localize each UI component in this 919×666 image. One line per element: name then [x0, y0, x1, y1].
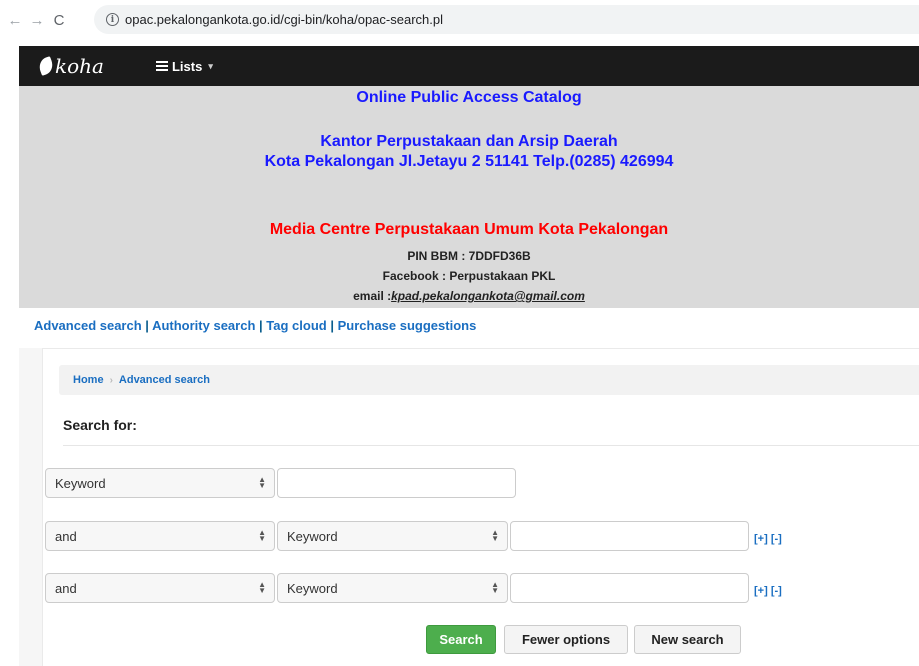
koha-navbar: koha Lists ▾: [19, 46, 919, 86]
link-separator: |: [145, 318, 149, 333]
chevron-down-icon: ▾: [208, 60, 213, 71]
remove-row-link[interactable]: [-]: [771, 585, 782, 597]
url-text[interactable]: opac.pekalongankota.go.id/cgi-bin/koha/o…: [125, 12, 443, 27]
new-search-button[interactable]: New search: [634, 625, 741, 654]
add-row-link[interactable]: [+]: [754, 533, 768, 545]
breadcrumb-separator: ›: [109, 374, 113, 386]
reload-icon[interactable]: C: [48, 12, 70, 29]
forward-arrow-icon[interactable]: →: [26, 12, 48, 29]
leaf-icon: [36, 56, 56, 76]
link-separator: |: [259, 318, 263, 333]
fewer-options-button[interactable]: Fewer options: [504, 625, 628, 654]
email-prefix: email :: [353, 289, 392, 303]
list-icon: [155, 61, 168, 71]
index-select-3[interactable]: Keyword ▲ ▼: [277, 573, 508, 603]
facebook-info: Facebook : Perpustakaan PKL: [382, 269, 556, 283]
index-select-value: Keyword: [55, 475, 106, 491]
library-header-banner: Online Public Access Catalog Kantor Perp…: [19, 86, 919, 308]
tag-cloud-link[interactable]: Tag cloud: [266, 318, 326, 333]
search-for-heading: Search for:: [63, 417, 137, 433]
search-button[interactable]: Search: [426, 625, 496, 654]
email-info: email :kpad.pekalongankota@gmail.com: [19, 289, 919, 303]
logo-text: koha: [55, 54, 104, 78]
back-arrow-icon[interactable]: ←: [4, 12, 26, 29]
advanced-search-form: Home › Advanced search Search for: Keywo…: [42, 348, 919, 666]
select-arrows-icon: ▲ ▼: [258, 580, 266, 595]
authority-search-link[interactable]: Authority search: [152, 318, 255, 333]
search-input-3[interactable]: [510, 573, 749, 603]
email-link[interactable]: kpad.pekalongankota@gmail.com: [391, 289, 585, 303]
index-select-1[interactable]: Keyword ▲ ▼: [45, 468, 275, 498]
operator-select-2[interactable]: and ▲ ▼: [45, 521, 275, 551]
row-controls-3: [+] [-]: [754, 585, 782, 597]
select-arrows-icon: ▲ ▼: [491, 580, 499, 595]
breadcrumb-advanced-search[interactable]: Advanced search: [119, 374, 210, 386]
breadcrumb: Home › Advanced search: [59, 365, 919, 395]
operator-select-value: and: [55, 580, 77, 596]
lists-label: Lists: [171, 58, 203, 74]
office-name: Kantor Perpustakaan dan Arsip Daerah: [320, 133, 618, 150]
index-select-value: Keyword: [287, 580, 338, 596]
row-controls-2: [+] [-]: [754, 533, 782, 545]
media-centre-title: Media Centre Perpustakaan Umum Kota Peka…: [269, 221, 669, 238]
index-select-value: Keyword: [287, 528, 338, 544]
advanced-search-link[interactable]: Advanced search: [34, 318, 142, 333]
info-icon[interactable]: i: [106, 13, 119, 26]
select-arrows-icon: ▲ ▼: [258, 475, 266, 490]
select-arrows-icon: ▲ ▼: [258, 528, 266, 543]
catalog-title: Online Public Access Catalog: [356, 89, 582, 106]
address-bar[interactable]: i opac.pekalongankota.go.id/cgi-bin/koha…: [94, 5, 919, 34]
main-panel: Home › Advanced search Search for: Keywo…: [19, 348, 919, 666]
remove-row-link[interactable]: [-]: [771, 533, 782, 545]
search-input-2[interactable]: [510, 521, 749, 551]
add-row-link[interactable]: [+]: [754, 585, 768, 597]
select-arrows-icon: ▲ ▼: [491, 528, 499, 543]
purchase-suggestions-link[interactable]: Purchase suggestions: [338, 318, 477, 333]
link-separator: |: [330, 318, 334, 333]
breadcrumb-home[interactable]: Home: [73, 374, 104, 386]
koha-logo[interactable]: koha: [36, 54, 104, 78]
pin-bbm: PIN BBM : 7DDFD36B: [407, 249, 531, 263]
lists-menu[interactable]: Lists ▾: [155, 58, 213, 74]
operator-select-value: and: [55, 528, 77, 544]
search-input-1[interactable]: [277, 468, 516, 498]
office-address: Kota Pekalongan Jl.Jetayu 2 51141 Telp.(…: [264, 153, 674, 170]
browser-toolbar: ← → C i opac.pekalongankota.go.id/cgi-bi…: [0, 0, 919, 40]
search-links-row: Advanced search | Authority search | Tag…: [34, 318, 476, 333]
operator-select-3[interactable]: and ▲ ▼: [45, 573, 275, 603]
divider: [63, 445, 919, 446]
index-select-2[interactable]: Keyword ▲ ▼: [277, 521, 508, 551]
